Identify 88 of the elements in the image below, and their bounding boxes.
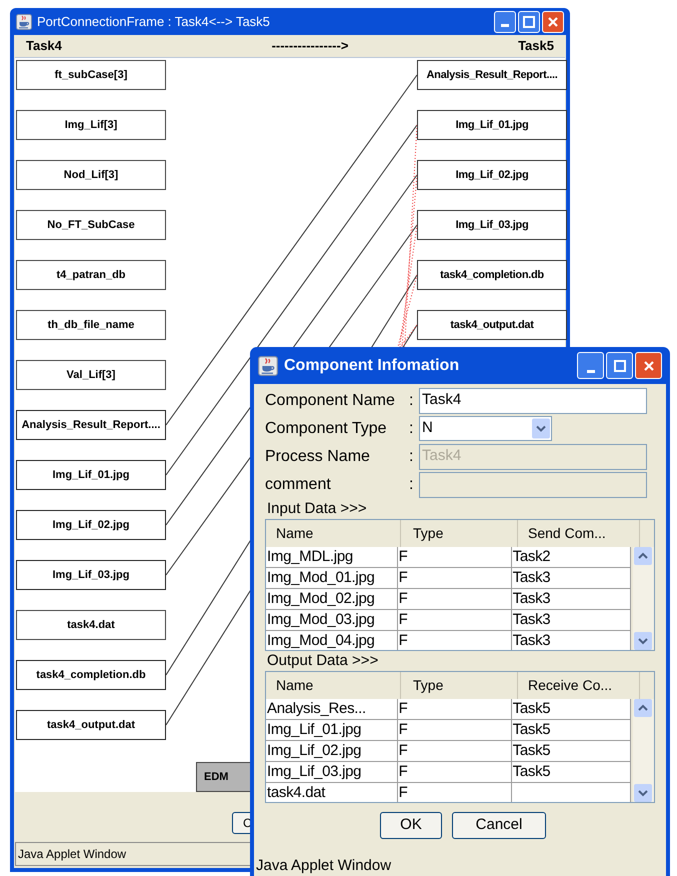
dialog-button[interactable]: OK	[380, 812, 442, 839]
table-cell: Task5	[512, 741, 631, 762]
java-cup-icon	[258, 356, 278, 376]
table-cell: F	[398, 568, 512, 589]
source-port-node[interactable]: Img_Lif_03.jpg	[16, 560, 166, 590]
table-cell: F	[398, 547, 512, 568]
java-cup-icon	[16, 14, 32, 30]
table-cell: F	[398, 762, 512, 783]
table-cell: Task3	[512, 610, 631, 631]
table-cell: Task3	[512, 589, 631, 610]
section-label: Input Data >>>	[266, 499, 368, 519]
field-colon: :	[409, 446, 414, 466]
table-cell: F	[398, 741, 512, 762]
minimize-button[interactable]	[577, 352, 604, 379]
source-port-node[interactable]: No_FT_SubCase	[16, 210, 166, 240]
source-port-node[interactable]: task4.dat	[16, 610, 166, 640]
field-colon: :	[409, 474, 414, 494]
source-port-node[interactable]: task4_completion.db	[16, 660, 166, 690]
target-port-node[interactable]: task4_output.dat	[417, 310, 567, 340]
component-type-dropdown[interactable]: N	[419, 416, 552, 441]
table-cell: Img_Mod_04.jpg	[266, 631, 398, 650]
target-port-node[interactable]: Analysis_Result_Report....	[417, 60, 567, 90]
maximize-button[interactable]	[518, 10, 540, 32]
table-cell: Img_Lif_02.jpg	[266, 741, 398, 762]
table-cell: Task3	[512, 568, 631, 589]
source-port-node[interactable]: Img_Lif[3]	[16, 110, 166, 140]
scroll-down-icon	[634, 632, 652, 650]
target-port-node[interactable]: Img_Lif_03.jpg	[417, 210, 567, 240]
maximize-icon	[614, 360, 626, 372]
table-cell: Task2	[512, 547, 631, 568]
table-cell: Img_Mod_03.jpg	[266, 610, 398, 631]
close-icon	[547, 16, 559, 28]
target-port-node[interactable]: Img_Lif_02.jpg	[417, 160, 567, 190]
table-cell: F	[398, 783, 512, 802]
table-cell: Img_Mod_02.jpg	[266, 589, 398, 610]
source-task-label: Task4	[26, 37, 62, 56]
minimize-icon	[586, 370, 594, 373]
scrollbar[interactable]	[632, 699, 654, 802]
field-label: Component Type	[265, 418, 388, 438]
table-cell: Task3	[512, 631, 631, 650]
field-colon: :	[409, 390, 414, 410]
text-field[interactable]: Task4	[419, 388, 647, 414]
direction-arrow: ---------------->	[272, 37, 348, 56]
table-cell: F	[398, 610, 512, 631]
table-cell: Task5	[512, 762, 631, 783]
window-title: PortConnectionFrame : Task4<--> Task5	[37, 12, 271, 31]
source-port-node[interactable]: t4_patran_db	[16, 260, 166, 290]
close-button[interactable]	[542, 10, 564, 32]
target-port-node[interactable]: Img_Lif_01.jpg	[417, 110, 567, 140]
close-button[interactable]	[635, 352, 662, 379]
table-cell: F	[398, 631, 512, 650]
table-cell: F	[398, 699, 512, 720]
target-task-label: Task5	[518, 37, 554, 56]
field-label: Component Name	[265, 390, 396, 410]
dialog-title: Component Infomation	[284, 356, 460, 376]
scrollbar[interactable]	[632, 547, 654, 650]
table-cell: Img_MDL.jpg	[266, 547, 398, 568]
scroll-up-icon	[634, 547, 652, 565]
source-port-node[interactable]: Analysis_Result_Report....	[16, 410, 166, 440]
source-port-node[interactable]: Img_Lif_01.jpg	[16, 460, 166, 490]
scroll-up-icon	[634, 699, 652, 717]
source-port-node[interactable]: Img_Lif_02.jpg	[16, 510, 166, 540]
source-port-node[interactable]: th_db_file_name	[16, 310, 166, 340]
scroll-down-icon	[634, 784, 652, 802]
section-label: Output Data >>>	[266, 651, 380, 671]
source-port-node[interactable]: ft_subCase[3]	[16, 60, 166, 90]
minimize-icon	[501, 24, 509, 26]
table-cell: Task5	[512, 699, 631, 720]
field-colon: :	[409, 418, 414, 438]
field-label: comment	[265, 474, 332, 494]
dialog-button[interactable]: Cancel	[452, 812, 546, 839]
table-cell: Task5	[512, 720, 631, 741]
source-port-node[interactable]: task4_output.dat	[16, 710, 166, 740]
minimize-button[interactable]	[494, 10, 516, 32]
table-cell: task4.dat	[266, 783, 398, 802]
table-cell: F	[398, 720, 512, 741]
table-cell: Img_Lif_03.jpg	[266, 762, 398, 783]
target-port-node[interactable]: task4_completion.db	[417, 260, 567, 290]
maximize-icon	[523, 16, 535, 28]
close-icon	[642, 360, 654, 372]
source-port-node[interactable]: Nod_Lif[3]	[16, 160, 166, 190]
field-label: Process Name	[265, 446, 371, 466]
source-port-node[interactable]: Val_Lif[3]	[16, 360, 166, 390]
table-cell: Img_Mod_01.jpg	[266, 568, 398, 589]
table-cell: F	[398, 589, 512, 610]
table-cell: Analysis_Res...	[266, 699, 398, 720]
maximize-button[interactable]	[606, 352, 633, 379]
table-cell: Img_Lif_01.jpg	[266, 720, 398, 741]
